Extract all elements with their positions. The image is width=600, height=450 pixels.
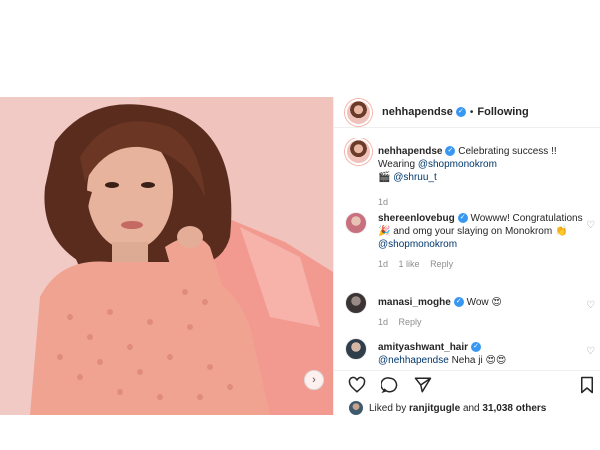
caption-row: nehhapendse ✓ Celebrating success !! Wear… bbox=[345, 138, 595, 209]
comment-row: manasi_moghe ✓ Wow 😍 1d Reply ♡ bbox=[345, 292, 595, 329]
comment-row: shereenlovebug ✓ Wowww! Congratulations 🎉… bbox=[345, 212, 595, 271]
caption-text: Celebrating success !! bbox=[458, 146, 557, 157]
commenter-avatar[interactable] bbox=[345, 292, 367, 314]
following-button[interactable]: Following bbox=[477, 106, 528, 118]
verified-badge-icon: ✓ bbox=[453, 297, 464, 308]
caption-mention-shop[interactable]: @shopmonokrom bbox=[418, 159, 497, 170]
caption-mention-stylist[interactable]: @shruu_t bbox=[393, 172, 437, 183]
reply-button[interactable]: Reply bbox=[430, 259, 453, 269]
comment-mention[interactable]: @shopmonokrom bbox=[378, 239, 457, 250]
header-separator: • bbox=[469, 106, 474, 118]
verified-badge-icon: ✓ bbox=[455, 107, 466, 117]
comment-time[interactable]: 1d bbox=[378, 317, 388, 327]
liked-by-others[interactable]: 31,038 others bbox=[482, 403, 546, 414]
comment-icon[interactable] bbox=[381, 376, 399, 394]
comment-author[interactable]: amityashwant_hair bbox=[378, 342, 468, 353]
liked-by-prefix: Liked by bbox=[369, 402, 407, 414]
caption-avatar[interactable] bbox=[345, 138, 372, 165]
post-side-panel: nehhapendse ✓ • Following nehhapendse ✓ C… bbox=[333, 97, 600, 415]
comment-row: amityashwant_hair ✓ @nehhapendse Neha ji … bbox=[345, 338, 595, 367]
comment-mention[interactable]: @nehhapendse bbox=[378, 355, 449, 366]
caption-wearing: Wearing bbox=[378, 159, 416, 170]
comment-heart-icon[interactable]: ♡ bbox=[586, 220, 595, 231]
next-photo-button[interactable]: › bbox=[304, 370, 324, 390]
liked-by-and: and bbox=[462, 402, 480, 414]
verified-badge-icon: ✓ bbox=[445, 146, 456, 157]
verified-badge-icon: ✓ bbox=[471, 342, 482, 353]
comment-text: Wow 😍 bbox=[466, 297, 502, 308]
author-handle[interactable]: nehhapendse bbox=[382, 106, 453, 118]
heart-icon[interactable] bbox=[348, 376, 366, 394]
post-header: nehhapendse ✓ • Following bbox=[334, 97, 600, 128]
caption-author[interactable]: nehhapendse bbox=[378, 146, 442, 157]
commenter-avatar[interactable] bbox=[345, 338, 367, 360]
author-avatar[interactable] bbox=[345, 98, 372, 126]
comments-list[interactable]: nehhapendse ✓ Celebrating success !! Wear… bbox=[334, 138, 600, 370]
action-bar bbox=[334, 370, 600, 396]
comment-author[interactable]: shereenlovebug bbox=[378, 213, 455, 224]
chevron-right-icon: › bbox=[312, 374, 316, 386]
photo-illustration bbox=[0, 97, 333, 415]
clapper-emoji: 🎬 bbox=[378, 172, 391, 183]
comment-heart-icon[interactable]: ♡ bbox=[586, 346, 595, 357]
post-photo[interactable]: › bbox=[0, 97, 333, 415]
comment-heart-icon[interactable]: ♡ bbox=[586, 300, 595, 311]
reply-button[interactable]: Reply bbox=[399, 317, 422, 327]
commenter-avatar[interactable] bbox=[345, 212, 367, 234]
comment-author[interactable]: manasi_moghe bbox=[378, 297, 451, 308]
comment-likes[interactable]: 1 like bbox=[399, 259, 420, 269]
share-icon[interactable] bbox=[414, 376, 432, 394]
liker-handle[interactable]: ranjitgugle bbox=[409, 403, 460, 414]
comment-time[interactable]: 1d bbox=[378, 259, 388, 269]
caption-time[interactable]: 1d bbox=[378, 197, 388, 207]
liked-by-line[interactable]: Liked by ranjitgugle and 31,038 others bbox=[349, 401, 546, 415]
verified-badge-icon: ✓ bbox=[457, 213, 468, 224]
comment-text: Neha ji 😍😍 bbox=[451, 355, 507, 366]
liker-avatar[interactable] bbox=[349, 401, 363, 415]
bookmark-icon[interactable] bbox=[578, 376, 596, 394]
